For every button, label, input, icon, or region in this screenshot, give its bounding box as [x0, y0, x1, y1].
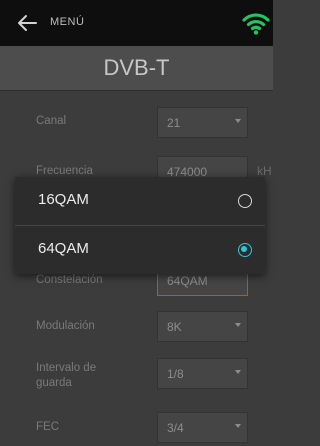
fec-label: FEC	[36, 421, 59, 433]
modulacion-select[interactable]: 8K	[157, 311, 248, 342]
fec-value: 3/4	[167, 421, 184, 435]
dropdown-arrow-icon	[235, 119, 241, 123]
option-label: 64QAM	[38, 240, 89, 257]
canal-label: Canal	[36, 115, 67, 127]
fec-select[interactable]: 3/4	[157, 412, 248, 443]
wifi-icon	[242, 13, 270, 35]
radio-unchecked-icon[interactable]	[238, 194, 252, 208]
option-16qam[interactable]: 16QAM	[15, 177, 265, 225]
option-64qam[interactable]: 64QAM	[15, 226, 265, 274]
intervalo-value: 1/8	[167, 367, 184, 381]
canal-select[interactable]: 21	[157, 107, 248, 138]
canal-value: 21	[167, 116, 181, 130]
constelacion-label: Constelación	[36, 274, 103, 286]
modulacion-label: Modulación	[36, 320, 95, 332]
intervalo-label: Intervalo de guarda	[36, 362, 97, 389]
menu-label[interactable]: MENÚ	[50, 16, 84, 28]
dropdown-arrow-icon	[235, 323, 241, 327]
top-bar: MENÚ	[0, 0, 273, 47]
frecuencia-unit: kH	[257, 164, 272, 178]
page-title: DVB-T	[103, 55, 170, 80]
arrow-left-icon[interactable]	[16, 12, 38, 34]
dropdown-arrow-icon	[235, 424, 241, 428]
title-bar: DVB-T	[0, 46, 273, 91]
constellation-options-dialog: 16QAM 64QAM	[15, 177, 265, 274]
modulacion-value: 8K	[167, 320, 182, 334]
intervalo-select[interactable]: 1/8	[157, 358, 248, 389]
radio-checked-icon[interactable]	[238, 243, 252, 257]
option-label: 16QAM	[38, 191, 89, 208]
dropdown-arrow-icon	[235, 370, 241, 374]
constelacion-value: 64QAM	[167, 274, 208, 288]
